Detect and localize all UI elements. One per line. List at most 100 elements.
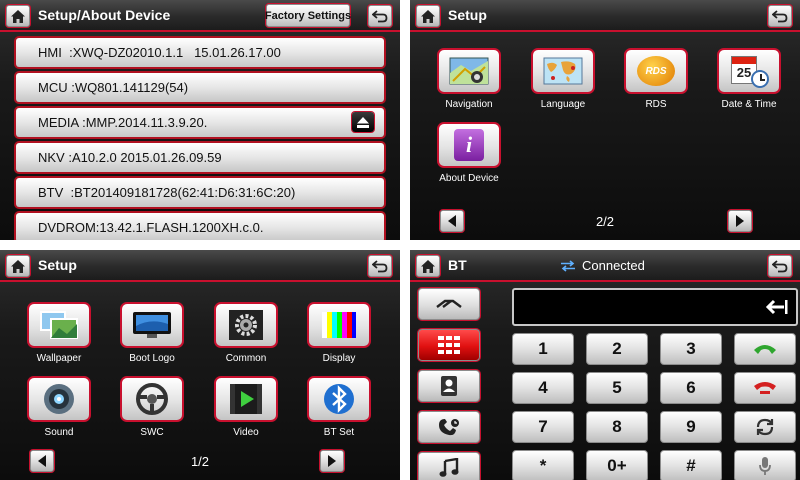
transfer-audio-button[interactable]: [734, 411, 796, 443]
info-value: WQ801.141129(54): [74, 80, 189, 95]
contacts-button[interactable]: [418, 370, 480, 402]
key-9[interactable]: 9: [660, 411, 722, 443]
app-navigation[interactable]: Navigation: [424, 48, 514, 124]
info-label: NKV: [38, 150, 65, 165]
back-button[interactable]: [768, 255, 792, 277]
key-7[interactable]: 7: [512, 411, 574, 443]
app-icon-box: [120, 302, 184, 348]
eject-button[interactable]: [352, 112, 374, 132]
back-button[interactable]: [368, 255, 392, 277]
page-title: Setup: [448, 7, 487, 23]
app-icon-box: [307, 376, 371, 422]
home-button[interactable]: [6, 5, 30, 27]
app-boot-logo[interactable]: Boot Logo: [107, 302, 197, 378]
bt-music-button[interactable]: [418, 452, 480, 480]
info-value: 13.42.1.FLASH.1200XH.c.0.: [99, 220, 264, 235]
key-star[interactable]: *: [512, 450, 574, 480]
dial-number-display: [512, 288, 798, 326]
pager: 2/2: [410, 210, 800, 234]
app-language[interactable]: Language: [518, 48, 608, 124]
setup2-header: Setup: [410, 0, 800, 32]
key-0-plus[interactable]: 0+: [586, 450, 648, 480]
right-arrow-icon: [328, 455, 336, 467]
call-log-button[interactable]: [418, 411, 480, 443]
back-arrow-icon: [772, 10, 788, 23]
map-icon: [449, 57, 489, 85]
back-button[interactable]: [768, 5, 792, 27]
page-title: BT: [448, 257, 467, 273]
home-icon: [421, 9, 435, 23]
app-icon-box: i: [437, 122, 501, 168]
info-value: BT201409181728(62:41:D6:31:6C:20): [74, 185, 296, 200]
monitor-icon: [133, 312, 171, 338]
call-button[interactable]: [734, 333, 796, 365]
device-info-list: HMI :XWQ-DZ02010.1.1 15.01.26.17.00 MCU …: [0, 34, 400, 240]
app-bt-set[interactable]: BT Set: [294, 376, 384, 452]
connection-status: Connected: [560, 258, 645, 273]
key-8[interactable]: 8: [586, 411, 648, 443]
app-common[interactable]: Common: [201, 302, 291, 378]
info-value: XWQ-DZ02010.1.1 15.01.26.17.00: [72, 45, 281, 60]
call-log-icon: [439, 419, 459, 436]
app-video[interactable]: Video: [201, 376, 291, 452]
mic-mute-button[interactable]: [734, 450, 796, 480]
info-sep: :: [78, 115, 86, 130]
home-button[interactable]: [6, 255, 30, 277]
app-icon-box: [437, 48, 501, 94]
backspace-button[interactable]: [764, 298, 788, 316]
bt-dialer-panel: BT Connected 1 2 3 4 5 6 7 8 9 * 0+ #: [410, 250, 800, 480]
app-rds[interactable]: RDS RDS: [611, 48, 701, 124]
app-label: Language: [540, 99, 586, 110]
steering-wheel-icon: [136, 383, 168, 415]
back-arrow-icon: [372, 10, 388, 23]
info-row-dvdrom: DVDROM:13.42.1.FLASH.1200XH.c.0.: [16, 213, 384, 240]
app-icon-box: [531, 48, 595, 94]
app-icon-box: RDS: [624, 48, 688, 94]
next-page-button[interactable]: [320, 450, 344, 472]
back-button[interactable]: [368, 5, 392, 27]
status-text: Connected: [582, 258, 645, 273]
app-date-time[interactable]: 25 Date & Time: [704, 48, 794, 124]
key-2[interactable]: 2: [586, 333, 648, 365]
home-button[interactable]: [416, 255, 440, 277]
info-label: BTV: [38, 185, 64, 200]
next-page-button[interactable]: [728, 210, 752, 232]
key-6[interactable]: 6: [660, 372, 722, 404]
info-label: HMI: [38, 45, 62, 60]
app-label: Display: [322, 353, 356, 364]
app-icon-box: [214, 376, 278, 422]
home-icon: [11, 259, 25, 273]
key-4[interactable]: 4: [512, 372, 574, 404]
back-arrow-icon: [772, 260, 788, 273]
info-value: MMP.2014.11.3.9.20.: [85, 115, 208, 130]
key-5[interactable]: 5: [586, 372, 648, 404]
hangup-button[interactable]: [734, 372, 796, 404]
setup1-header: Setup: [0, 250, 400, 282]
info-row-media: MEDIA :MMP.2014.11.3.9.20.: [16, 108, 384, 137]
home-button[interactable]: [416, 5, 440, 27]
home-icon: [421, 259, 435, 273]
app-display[interactable]: Display: [294, 302, 384, 378]
key-1[interactable]: 1: [512, 333, 574, 365]
about-header: Setup/About Device Factory Settings: [0, 0, 400, 32]
bt-connect-button[interactable]: [418, 288, 480, 320]
info-value: A10.2.0 2015.01.26.09.59: [71, 150, 222, 165]
world-map-icon: [543, 57, 583, 85]
dialpad-icon: [438, 336, 460, 354]
app-wallpaper[interactable]: Wallpaper: [14, 302, 104, 378]
app-label: Date & Time: [721, 99, 777, 110]
dialpad-tab-button[interactable]: [418, 329, 480, 361]
app-swc[interactable]: SWC: [107, 376, 197, 452]
video-icon: [230, 384, 262, 414]
key-3[interactable]: 3: [660, 333, 722, 365]
phone-call-icon: [754, 345, 776, 354]
key-hash[interactable]: #: [660, 450, 722, 480]
info-sep: :: [67, 80, 75, 95]
app-sound[interactable]: Sound: [14, 376, 104, 452]
app-icon-box: [27, 302, 91, 348]
gear-icon: [229, 310, 263, 340]
speaker-icon: [44, 384, 74, 414]
app-about-device[interactable]: i About Device: [424, 122, 514, 198]
back-arrow-icon: [372, 260, 388, 273]
factory-settings-button[interactable]: Factory Settings: [265, 4, 351, 27]
